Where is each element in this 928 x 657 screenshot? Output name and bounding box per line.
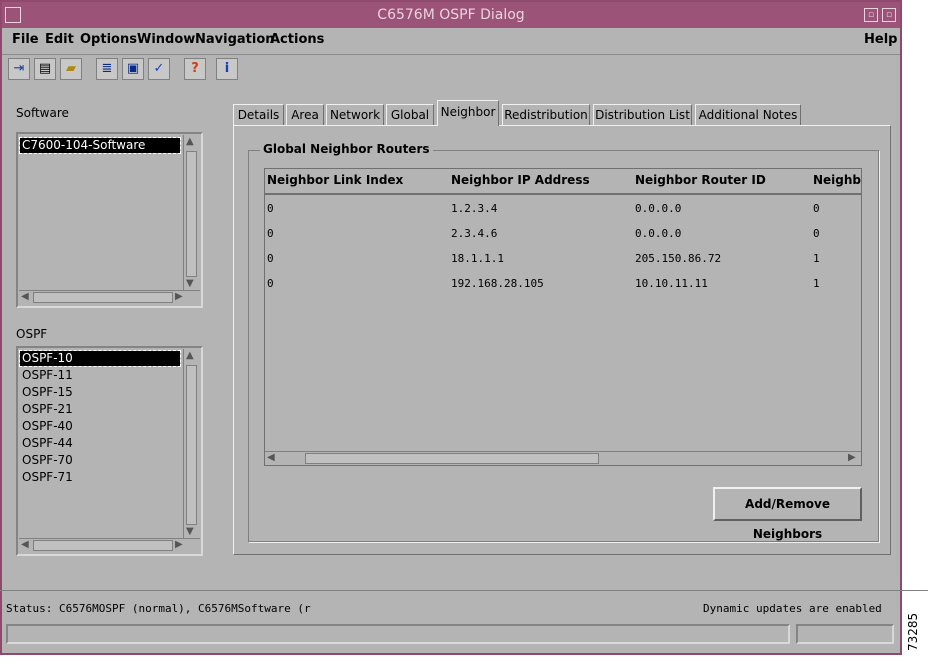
tab-area[interactable]: Area [286, 104, 324, 125]
status-text: Status: C6576MOSPF (normal), C6576MSoftw… [6, 602, 311, 615]
scroll-right-icon[interactable]: ▶ [175, 292, 183, 302]
toolbar: ⇥ ▤ ▰ ≣ ▣ ✓ ? i [2, 54, 900, 88]
software-hscrollbar[interactable]: ◀ ▶ [19, 290, 200, 305]
table-cell: 0 [267, 202, 274, 215]
print-icon[interactable]: ▤ [34, 58, 56, 80]
scroll-thumb[interactable] [33, 292, 173, 303]
table-hscrollbar[interactable]: ◀ ▶ [265, 451, 861, 465]
title-bar[interactable]: C6576M OSPF Dialog ▫ ▫ [2, 2, 900, 28]
column-header[interactable]: Neighbor Link Index [267, 173, 403, 187]
scroll-down-icon[interactable]: ▼ [186, 527, 194, 537]
scroll-thumb[interactable] [186, 151, 197, 277]
ospf-list[interactable]: OSPF-10 OSPF-11 OSPF-15 OSPF-21 OSPF-40 … [16, 346, 203, 556]
menu-file[interactable]: File [12, 32, 39, 47]
menu-bar: File Edit Options Window Navigation Acti… [2, 28, 900, 55]
column-header[interactable]: Neighbor Router ID [635, 173, 766, 187]
table-cell: 2.3.4.6 [451, 227, 498, 240]
table-cell: 1 [813, 277, 820, 290]
table-cell: 0.0.0.0 [635, 202, 682, 215]
menu-window[interactable]: Window [137, 32, 195, 47]
list-item[interactable]: OSPF-21 [20, 402, 180, 417]
exit-icon[interactable]: ⇥ [8, 58, 30, 80]
tab-global[interactable]: Global [386, 104, 434, 125]
table-cell: 1.2.3.4 [451, 202, 498, 215]
window-title: C6576M OSPF Dialog [377, 7, 525, 23]
ospf-hscrollbar[interactable]: ◀ ▶ [19, 538, 200, 553]
table-cell: 1 [813, 252, 820, 265]
table-cell: 0 [813, 202, 820, 215]
menu-navigation[interactable]: Navigation [195, 32, 275, 47]
scroll-right-icon[interactable]: ▶ [848, 453, 856, 463]
tab-network[interactable]: Network [326, 104, 384, 125]
ospf-label: OSPF [16, 327, 48, 341]
scroll-left-icon[interactable]: ◀ [21, 540, 29, 550]
status-divider [0, 590, 928, 591]
list-item[interactable]: OSPF-44 [20, 436, 180, 451]
ospf-vscrollbar[interactable]: ▲ ▼ [183, 349, 200, 539]
software-list[interactable]: C7600-104-Software ▲ ▼ ◀ ▶ [16, 132, 203, 308]
tab-redistribution[interactable]: Redistribution [502, 104, 590, 125]
software-label: Software [16, 106, 69, 120]
group-title: Global Neighbor Routers [260, 142, 433, 156]
menu-edit[interactable]: Edit [45, 32, 74, 47]
menu-options[interactable]: Options [80, 32, 137, 47]
header-divider [265, 193, 861, 195]
scroll-down-icon[interactable]: ▼ [186, 279, 194, 289]
tab-details[interactable]: Details [233, 104, 284, 125]
scroll-left-icon[interactable]: ◀ [21, 292, 29, 302]
open-folder-icon[interactable]: ▰ [60, 58, 82, 80]
list-icon[interactable]: ≣ [96, 58, 118, 80]
list-item[interactable]: OSPF-15 [20, 385, 180, 400]
status-field-secondary [796, 624, 894, 644]
tab-distribution-list[interactable]: Distribution List [593, 104, 692, 125]
table-cell: 205.150.86.72 [635, 252, 722, 265]
add-remove-neighbors-button[interactable]: Add/Remove Neighbors [713, 487, 862, 541]
scroll-right-icon[interactable]: ▶ [175, 540, 183, 550]
tab-additional-notes[interactable]: Additional Notes [695, 104, 801, 125]
table-cell: 0 [813, 227, 820, 240]
table-cell: 0.0.0.0 [635, 227, 682, 240]
figure-number: 73285 [906, 612, 920, 652]
help-icon[interactable]: ? [184, 58, 206, 80]
scroll-up-icon[interactable]: ▲ [186, 137, 194, 147]
checkmark-icon[interactable]: ✓ [148, 58, 170, 80]
column-header[interactable]: Neighbo [813, 173, 861, 187]
minimize-icon[interactable]: ▫ [864, 8, 878, 22]
list-item[interactable]: OSPF-11 [20, 368, 180, 383]
scroll-thumb[interactable] [186, 365, 197, 525]
scroll-up-icon[interactable]: ▲ [186, 351, 194, 361]
neighbor-table[interactable]: Neighbor Link Index Neighbor IP Address … [264, 168, 862, 466]
table-cell: 0 [267, 252, 274, 265]
table-cell: 0 [267, 227, 274, 240]
menu-help[interactable]: Help [864, 32, 897, 47]
scroll-thumb[interactable] [305, 453, 599, 464]
info-icon[interactable]: i [216, 58, 238, 80]
menu-actions[interactable]: Actions [270, 32, 324, 47]
list-item[interactable]: OSPF-70 [20, 453, 180, 468]
list-item[interactable]: OSPF-71 [20, 470, 180, 485]
table-cell: 192.168.28.105 [451, 277, 544, 290]
table-cell: 10.10.11.11 [635, 277, 708, 290]
scroll-left-icon[interactable]: ◀ [267, 453, 275, 463]
scroll-thumb[interactable] [33, 540, 173, 551]
tab-neighbor[interactable]: Neighbor [437, 100, 499, 126]
dynamic-updates-status: Dynamic updates are enabled [703, 602, 882, 615]
table-cell: 0 [267, 277, 274, 290]
status-field [6, 624, 790, 644]
list-item[interactable]: OSPF-10 [19, 350, 181, 367]
column-header[interactable]: Neighbor IP Address [451, 173, 590, 187]
list-item[interactable]: C7600-104-Software [19, 137, 181, 154]
table-cell: 18.1.1.1 [451, 252, 504, 265]
maximize-icon[interactable]: ▫ [882, 8, 896, 22]
window-menu-icon[interactable] [5, 7, 21, 23]
software-vscrollbar[interactable]: ▲ ▼ [183, 135, 200, 291]
list-item[interactable]: OSPF-40 [20, 419, 180, 434]
monitor-icon[interactable]: ▣ [122, 58, 144, 80]
